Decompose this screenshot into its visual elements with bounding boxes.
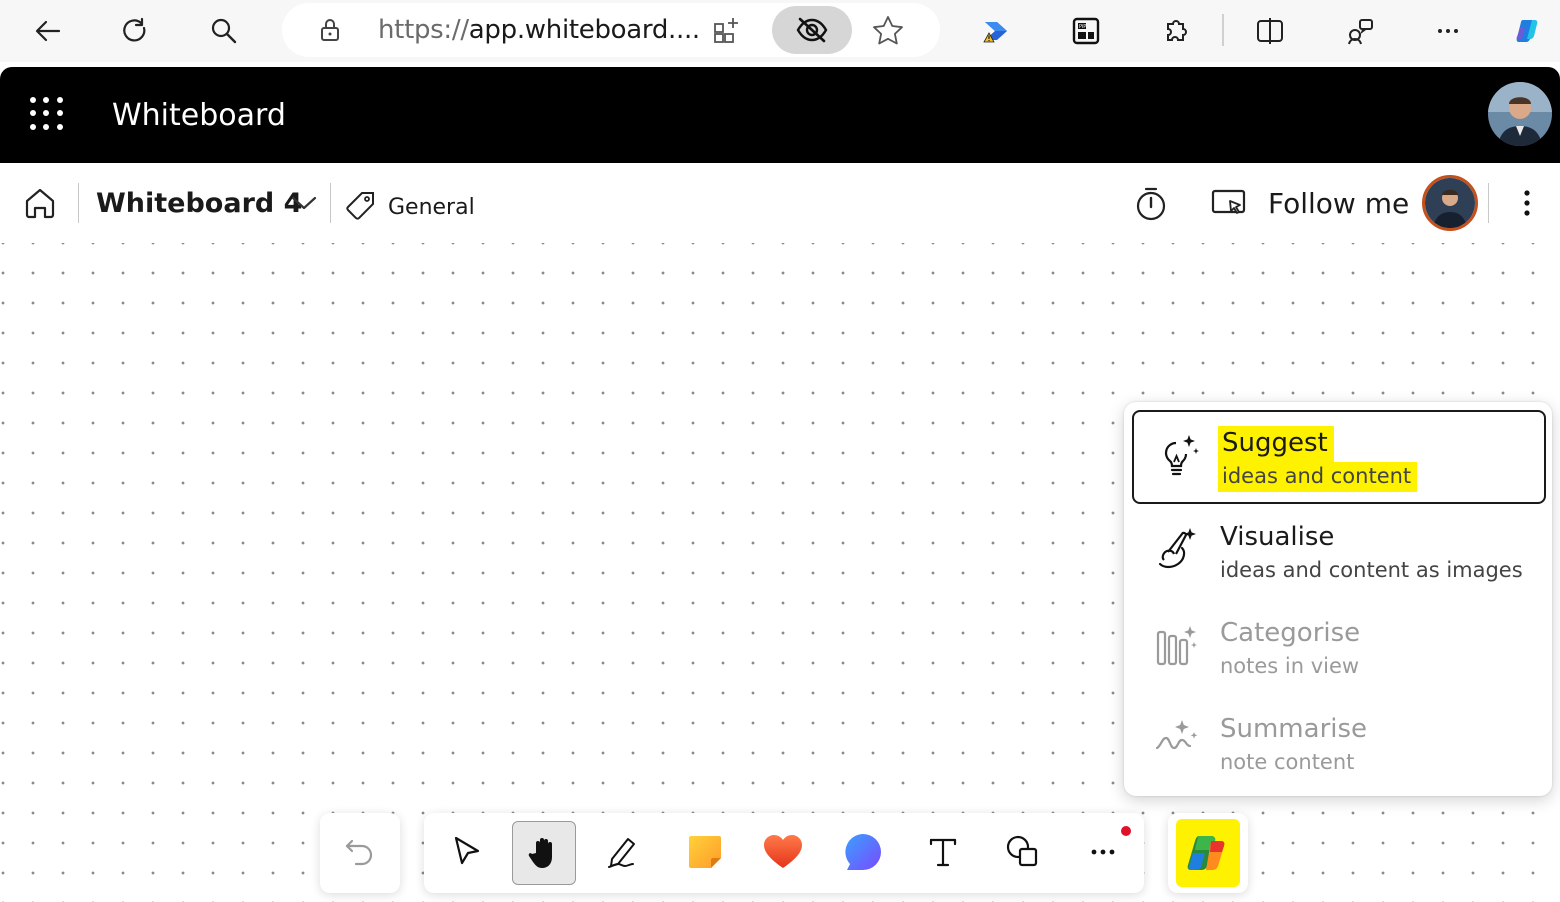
menu-item-subtitle: ideas and content	[1218, 462, 1418, 492]
tool-palette	[424, 813, 1144, 893]
svg-text:PiP: PiP	[1079, 24, 1086, 30]
app-launcher-icon[interactable]	[30, 97, 64, 131]
divider	[330, 183, 331, 223]
pen-icon[interactable]	[592, 821, 654, 883]
board-name[interactable]: Whiteboard 4	[96, 188, 302, 219]
timer-icon[interactable]	[1132, 185, 1170, 228]
more-vertical-icon[interactable]	[1512, 185, 1542, 226]
hand-pan-icon[interactable]	[512, 821, 576, 885]
copilot-icon[interactable]	[1176, 819, 1240, 887]
refresh-icon[interactable]	[115, 11, 155, 51]
extension-warning-icon[interactable]	[976, 11, 1016, 51]
more-icon[interactable]	[1428, 11, 1468, 51]
menu-item-subtitle: ideas and content as images	[1220, 558, 1523, 582]
tag-label[interactable]: General	[388, 195, 475, 220]
app-header: Whiteboard	[0, 67, 1560, 163]
menu-item-subtitle: note content	[1220, 750, 1355, 774]
divider	[1488, 183, 1489, 223]
notification-dot	[1121, 826, 1131, 836]
reactions-heart-icon[interactable]	[752, 821, 814, 883]
url-text[interactable]: https://app.whiteboard....	[378, 15, 700, 45]
follow-avatar[interactable]	[1422, 175, 1478, 231]
lock-icon[interactable]	[316, 16, 344, 49]
wave-sparkle-icon	[1154, 718, 1200, 764]
shapes-icon[interactable]	[992, 821, 1054, 883]
copilot-button[interactable]	[1168, 813, 1248, 893]
undo-group	[320, 813, 400, 893]
menu-item-title: Suggest	[1218, 426, 1334, 462]
performance-icon[interactable]	[1340, 11, 1380, 51]
browser-toolbar: https://app.whiteboard.... PiP	[0, 0, 1560, 62]
sticky-note-icon[interactable]	[674, 821, 736, 883]
add-tab-icon[interactable]	[712, 15, 742, 50]
search-icon[interactable]	[204, 11, 244, 51]
menu-item-categorise: Categorise notes in view	[1132, 602, 1542, 692]
menu-item-title: Summarise	[1220, 714, 1368, 744]
board-toolbar: Whiteboard 4 General Follow me	[0, 163, 1560, 243]
back-icon[interactable]	[28, 11, 68, 51]
address-bar[interactable]: https://app.whiteboard....	[282, 3, 940, 57]
menu-item-title: Categorise	[1220, 618, 1361, 648]
extensions-icon[interactable]	[1155, 11, 1195, 51]
tag-icon[interactable]	[344, 189, 378, 228]
app-title: Whiteboard	[112, 98, 286, 133]
menu-item-title: Visualise	[1220, 522, 1335, 552]
pip-icon[interactable]: PiP	[1066, 11, 1106, 51]
toolbar-divider	[1222, 14, 1224, 46]
columns-sparkle-icon	[1154, 622, 1200, 668]
comment-bubble-icon[interactable]	[832, 821, 894, 883]
home-icon[interactable]	[22, 185, 58, 226]
select-arrow-icon[interactable]	[436, 821, 498, 883]
favorite-star-icon[interactable]	[872, 15, 904, 50]
copilot-menu: Suggest ideas and content Visualise idea…	[1124, 402, 1552, 796]
menu-item-subtitle: notes in view	[1220, 654, 1360, 678]
account-avatar[interactable]	[1488, 82, 1552, 146]
hidden-eye-icon[interactable]	[772, 6, 852, 54]
menu-item-summarise: Summarise note content	[1132, 698, 1542, 788]
menu-item-visualise[interactable]: Visualise ideas and content as images	[1132, 506, 1542, 596]
text-icon[interactable]	[912, 821, 974, 883]
divider	[78, 183, 79, 223]
lightbulb-sparkle-icon	[1156, 432, 1202, 478]
chevron-down-icon[interactable]	[290, 191, 318, 220]
split-screen-icon[interactable]	[1250, 11, 1290, 51]
copilot-icon[interactable]	[1508, 11, 1548, 51]
follow-me-button[interactable]: Follow me	[1268, 187, 1409, 220]
undo-icon[interactable]	[329, 821, 391, 883]
paintbrush-sparkle-icon	[1154, 526, 1200, 572]
screen-share-icon[interactable]	[1210, 187, 1248, 226]
menu-item-suggest[interactable]: Suggest ideas and content	[1132, 410, 1546, 504]
